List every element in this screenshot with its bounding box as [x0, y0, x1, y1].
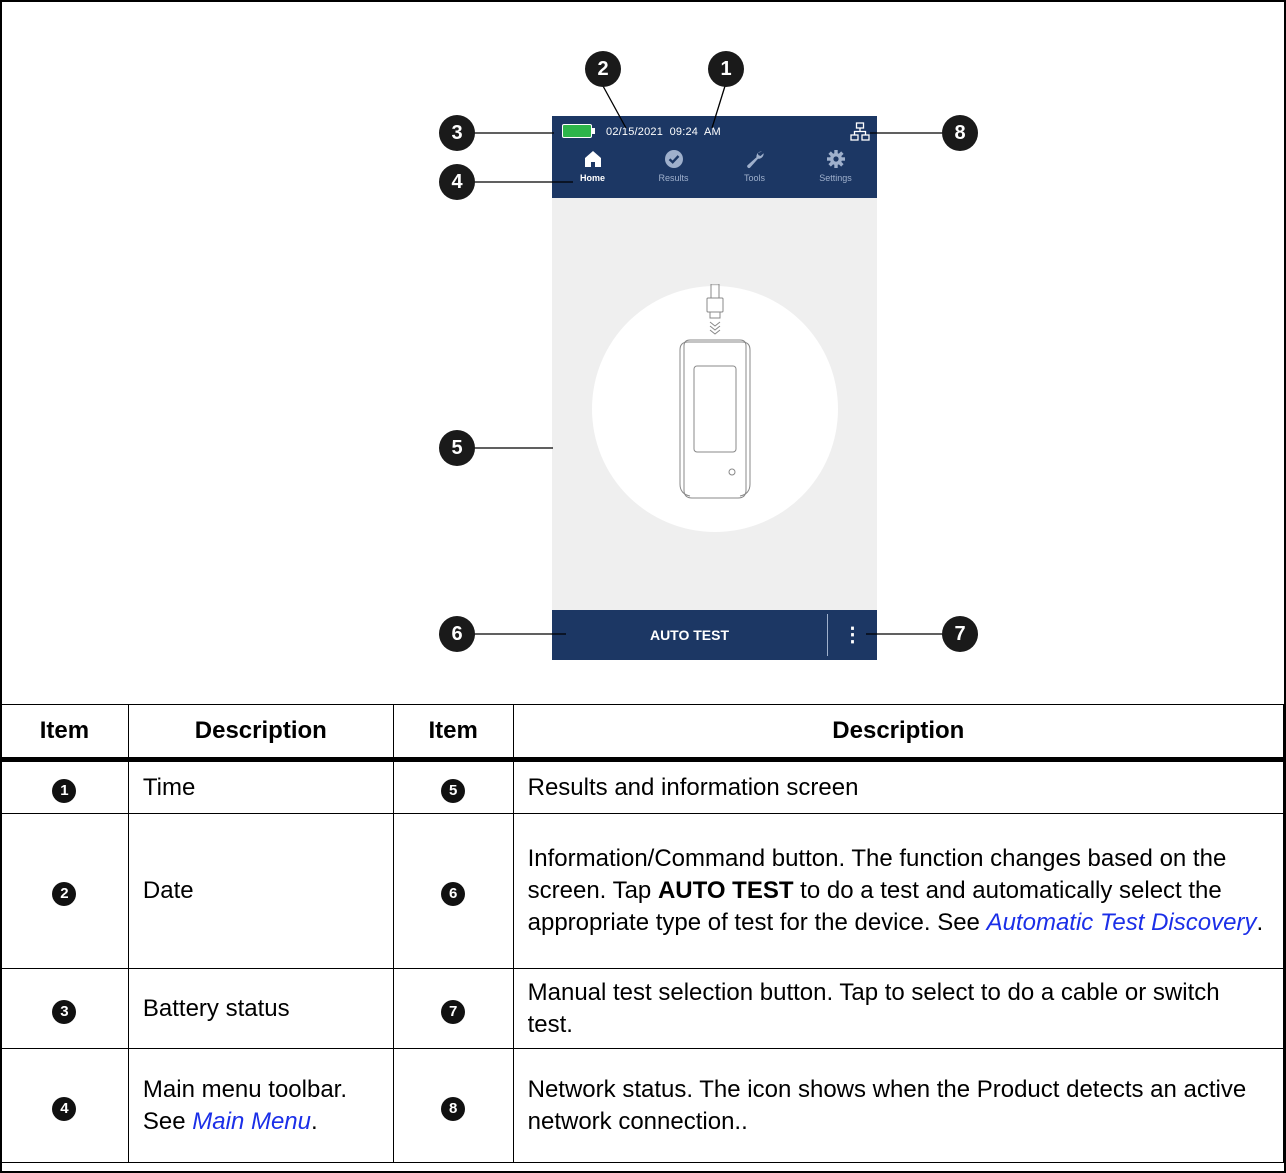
table-row: 2 Date 6 Information/Command button. The… [0, 813, 1285, 969]
item-number-cell: 4 [0, 1048, 129, 1163]
description-cell: Information/Command button. The function… [512, 813, 1285, 969]
item-badge: 1 [52, 778, 77, 803]
header-description-right: Description [512, 704, 1285, 762]
callout-5: 5 [439, 430, 475, 466]
callout-3: 3 [439, 115, 475, 151]
item-number-cell: 5 [392, 759, 514, 814]
item-number-cell: 8 [392, 1048, 514, 1163]
item-number-cell: 2 [0, 813, 129, 969]
item-badge: 2 [52, 882, 77, 907]
item-number-cell: 3 [0, 968, 129, 1049]
table-row: 3 Battery status 7 Manual test selection… [0, 968, 1285, 1049]
table-header-row: Item Description Item Description [0, 704, 1285, 762]
item-number-cell: 1 [0, 759, 129, 814]
item-badge: 7 [441, 999, 466, 1024]
description-cell: Results and information screen [512, 759, 1285, 814]
item-number-cell: 6 [392, 813, 514, 969]
description-cell: Manual test selection button. Tap to sel… [512, 968, 1285, 1049]
description-cell: Date [127, 813, 394, 969]
callout-7: 7 [942, 616, 978, 652]
item-number-cell: 7 [392, 968, 514, 1049]
item-badge: 6 [441, 882, 466, 907]
item-badge: 8 [441, 1096, 466, 1121]
header-item-right: Item [392, 704, 514, 762]
callout-6: 6 [439, 616, 475, 652]
description-text: . [1256, 908, 1264, 936]
main-menu-link[interactable]: Main Menu [192, 1108, 311, 1135]
description-cell: Main menu toolbar. See Main Menu. [127, 1048, 394, 1163]
item-badge: 3 [52, 999, 77, 1024]
automatic-test-discovery-link[interactable]: Automatic Test Discovery [987, 909, 1257, 936]
item-badge: 5 [441, 778, 466, 803]
callout-1: 1 [708, 51, 744, 87]
description-cell: Time [127, 759, 394, 814]
callout-8: 8 [942, 115, 978, 151]
header-description-left: Description [127, 704, 394, 762]
description-cell: Network status. The icon shows when the … [512, 1048, 1285, 1163]
table-row: 4 Main menu toolbar. See Main Menu. 8 Ne… [0, 1048, 1285, 1163]
callout-leader-lines [474, 85, 942, 635]
table-row: 1 Time 5 Results and information screen [0, 759, 1285, 814]
item-description-table: Item Description Item Description 1 Time… [0, 704, 1285, 1163]
header-item-left: Item [0, 704, 129, 762]
callout-4: 4 [439, 164, 475, 200]
callout-2: 2 [585, 51, 621, 87]
description-cell: Battery status [127, 968, 394, 1049]
item-badge: 4 [52, 1096, 77, 1121]
auto-test-keyword: AUTO TEST [657, 877, 794, 905]
device-figure: 02/15/2021 09:24 AM Home Results Tools S… [0, 0, 1284, 685]
description-text: . [311, 1107, 318, 1135]
